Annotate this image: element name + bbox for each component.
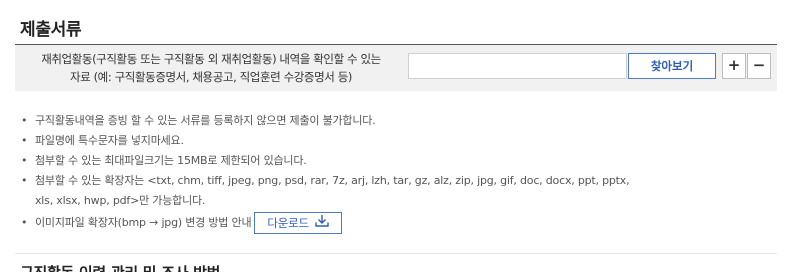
- notice-list: • 구직활동내역을 증빙 할 수 있는 서류를 등록하지 않으면 제출이 불가합니…: [15, 111, 755, 235]
- file-path-input[interactable]: [408, 53, 627, 79]
- browse-button[interactable]: 찾아보기: [628, 53, 716, 79]
- file-row-label: 재취업활동(구직활동 또는 구직활동 외 재취업활동) 내역을 확인할 수 있는…: [21, 50, 401, 86]
- notice-item-continued: xls, xlsx, hwp, pdf>만 가능합니다.: [15, 191, 755, 211]
- section-title: 제출서류: [20, 20, 82, 40]
- bullet-icon: •: [21, 154, 28, 167]
- file-row-label-line2: 자료 (예: 구직활동증명서, 채용공고, 직업훈련 수강증명서 등): [69, 70, 352, 84]
- download-label: 다운로드: [267, 216, 309, 230]
- notice-text: 파일명에 특수문자를 넣지마세요.: [35, 134, 184, 147]
- notice-box: • 구직활동내역을 증빙 할 수 있는 서류를 등록하지 않으면 제출이 불가합니…: [15, 91, 777, 254]
- notice-item: • 파일명에 특수문자를 넣지마세요.: [15, 131, 755, 151]
- download-button[interactable]: 다운로드: [254, 212, 342, 234]
- notice-text: 구직활동내역을 증빙 할 수 있는 서류를 등록하지 않으면 제출이 불가합니다…: [35, 114, 376, 127]
- add-file-button[interactable]: +: [722, 53, 746, 79]
- notice-item: • 첨부할 수 있는 최대파일크기는 15MB로 제한되어 있습니다.: [15, 151, 755, 171]
- notice-item: • 첨부할 수 있는 확장자는 <txt, chm, tiff, jpeg, pn…: [15, 171, 755, 191]
- submit-documents-section: 제출서류 재취업활동(구직활동 또는 구직활동 외 재취업활동) 내역을 확인할…: [0, 0, 800, 272]
- next-section-title: 구직활동 이력 관리 및 조사 방법: [20, 262, 220, 272]
- notice-text: 첨부할 수 있는 최대파일크기는 15MB로 제한되어 있습니다.: [35, 154, 307, 167]
- bullet-icon: •: [21, 174, 28, 187]
- notice-text: 이미지파일 확장자(bmp → jpg) 변경 방법 안내: [35, 216, 252, 229]
- bullet-icon: •: [21, 114, 28, 127]
- download-icon: [315, 213, 329, 233]
- bullet-icon: •: [21, 216, 28, 229]
- notice-text: 첨부할 수 있는 확장자는 <txt, chm, tiff, jpeg, png…: [35, 174, 630, 187]
- notice-item: • 이미지파일 확장자(bmp → jpg) 변경 방법 안내 다운로드: [15, 211, 755, 235]
- remove-file-button[interactable]: −: [747, 53, 771, 79]
- notice-text: xls, xlsx, hwp, pdf>만 가능합니다.: [35, 194, 206, 207]
- file-row-label-line1: 재취업활동(구직활동 또는 구직활동 외 재취업활동) 내역을 확인할 수 있는: [41, 52, 381, 66]
- bullet-icon: •: [21, 134, 28, 147]
- notice-item: • 구직활동내역을 증빙 할 수 있는 서류를 등록하지 않으면 제출이 불가합니…: [15, 111, 755, 131]
- file-upload-row: 재취업활동(구직활동 또는 구직활동 외 재취업활동) 내역을 확인할 수 있는…: [15, 45, 777, 92]
